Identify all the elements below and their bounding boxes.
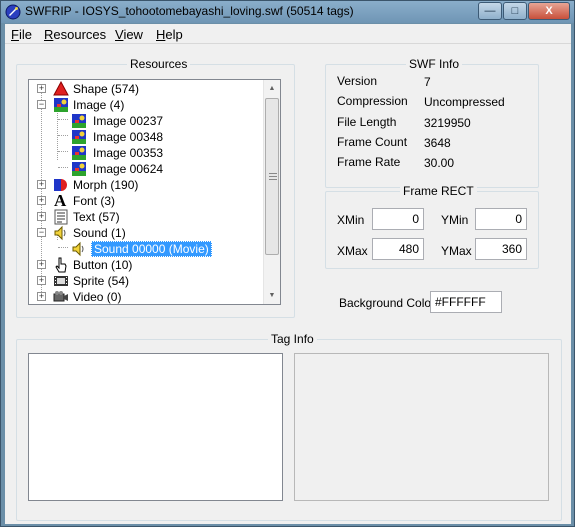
background-color-field[interactable]: #FFFFFF xyxy=(430,291,502,313)
xmin-label: XMin xyxy=(337,213,365,227)
tree-item-sound[interactable]: − Sound (1) xyxy=(29,225,265,241)
menu-view[interactable]: View xyxy=(115,27,143,42)
title-bar[interactable]: SWFRIP - IOSYS_tohootomebayashi_loving.s… xyxy=(1,1,574,23)
shape-icon xyxy=(53,81,69,96)
tree-item-image-00237[interactable]: Image 00237 xyxy=(29,113,265,129)
tree-item-label: Sound (1) xyxy=(73,226,126,240)
expand-icon[interactable]: + xyxy=(37,196,46,205)
tree-item-label: Image 00353 xyxy=(93,146,164,160)
film-strip-icon xyxy=(54,276,68,286)
image-icon xyxy=(72,162,86,176)
font-icon: A xyxy=(54,191,67,210)
frame-count-label: Frame Count xyxy=(337,135,408,149)
xmin-field[interactable]: 0 xyxy=(372,208,424,230)
xmax-field[interactable]: 480 xyxy=(372,238,424,260)
expand-icon[interactable]: + xyxy=(37,180,46,189)
expand-icon[interactable]: + xyxy=(37,292,46,301)
sound-icon xyxy=(72,241,84,257)
scroll-down-icon[interactable]: ▼ xyxy=(264,287,280,304)
ymin-field[interactable]: 0 xyxy=(475,208,527,230)
expand-icon[interactable]: + xyxy=(37,212,46,221)
maximize-button[interactable]: □ xyxy=(503,2,527,20)
tag-info-preview xyxy=(294,353,549,501)
tree-item-image[interactable]: − Image (4) xyxy=(29,97,265,113)
swf-info-title: SWF Info xyxy=(406,57,463,71)
tree-item-label: Morph (190) xyxy=(73,178,139,192)
menu-help[interactable]: Help xyxy=(156,27,183,42)
xmax-label: XMax xyxy=(337,244,368,258)
tree-item-label: Image 00624 xyxy=(93,162,164,176)
tag-info-title: Tag Info xyxy=(268,332,317,346)
image-icon xyxy=(72,114,86,128)
tree-item-label-selected: Sound 00000 (Movie) xyxy=(91,241,212,257)
close-button[interactable]: X xyxy=(528,2,570,20)
tag-info-list[interactable] xyxy=(28,353,283,501)
version-value: 7 xyxy=(424,75,431,89)
tree-item-label: Image 00237 xyxy=(93,114,164,128)
collapse-icon[interactable]: − xyxy=(37,228,46,237)
tree-item-label: Sprite (54) xyxy=(73,274,130,288)
tree-item-label: Image (4) xyxy=(73,98,125,112)
tree-item-label: Image 00348 xyxy=(93,130,164,144)
file-length-value: 3219950 xyxy=(424,116,471,130)
menu-file[interactable]: File xyxy=(11,27,32,42)
tree-item-label: Shape (574) xyxy=(73,82,140,96)
background-color-label: Background Color xyxy=(339,296,436,310)
compression-value: Uncompressed xyxy=(424,95,505,109)
window-title: SWFRIP - IOSYS_tohootomebayashi_loving.s… xyxy=(25,4,354,18)
tree-item-text[interactable]: + Text (57) xyxy=(29,209,265,225)
compression-label: Compression xyxy=(337,94,408,108)
scroll-thumb[interactable] xyxy=(265,98,279,255)
tree-item-sound-00000[interactable]: Sound 00000 (Movie) xyxy=(29,241,265,257)
tree-item-label: Font (3) xyxy=(73,194,116,208)
resources-tree[interactable]: + Shape (574) − Image (4) Image 00237 Im… xyxy=(28,79,281,305)
expand-icon[interactable]: + xyxy=(37,260,46,269)
swfrip-app-icon xyxy=(5,4,21,20)
tree-scrollbar[interactable]: ▲ ▼ xyxy=(263,80,280,304)
frame-count-value: 3648 xyxy=(424,136,451,150)
menu-bar: File Resources View Help xyxy=(5,24,571,44)
app-window: SWFRIP - IOSYS_tohootomebayashi_loving.s… xyxy=(0,0,575,527)
tree-item-sprite[interactable]: + Sprite (54) xyxy=(29,273,265,289)
tree-item-image-00353[interactable]: Image 00353 xyxy=(29,145,265,161)
ymax-label: YMax xyxy=(441,244,472,258)
ymin-label: YMin xyxy=(441,213,469,227)
frame-rate-value: 30.00 xyxy=(424,156,455,170)
expand-icon[interactable]: + xyxy=(37,84,46,93)
resources-group-title: Resources xyxy=(127,57,191,71)
video-camera-icon xyxy=(53,291,68,302)
minimize-button[interactable]: — xyxy=(478,2,502,20)
version-label: Version xyxy=(337,74,378,88)
image-icon xyxy=(54,98,68,112)
frame-rate-label: Frame Rate xyxy=(337,155,401,169)
frame-rect-title: Frame RECT xyxy=(400,184,477,198)
tree-item-label: Video (0) xyxy=(73,290,122,304)
sound-icon xyxy=(54,225,66,241)
image-icon xyxy=(72,130,86,144)
ymax-field[interactable]: 360 xyxy=(475,238,527,260)
image-icon xyxy=(72,146,86,160)
hand-pointer-icon xyxy=(55,257,67,273)
tree-item-label: Text (57) xyxy=(73,210,120,224)
tree-item-video[interactable]: + Video (0) xyxy=(29,289,265,304)
collapse-icon[interactable]: − xyxy=(37,100,46,109)
scroll-up-icon[interactable]: ▲ xyxy=(264,80,280,97)
tree-item-font[interactable]: + A Font (3) xyxy=(29,191,265,210)
tree-item-image-00348[interactable]: Image 00348 xyxy=(29,129,265,145)
tree-item-label: Button (10) xyxy=(73,258,133,272)
menu-resources[interactable]: Resources xyxy=(44,27,106,42)
tree-item-shape[interactable]: + Shape (574) xyxy=(29,81,265,97)
tree-item-button[interactable]: + Button (10) xyxy=(29,257,265,273)
text-icon xyxy=(54,209,68,225)
tree-item-image-00624[interactable]: Image 00624 xyxy=(29,161,265,177)
client-area: File Resources View Help Resources + Sha… xyxy=(5,24,571,524)
file-length-label: File Length xyxy=(337,115,397,129)
expand-icon[interactable]: + xyxy=(37,276,46,285)
